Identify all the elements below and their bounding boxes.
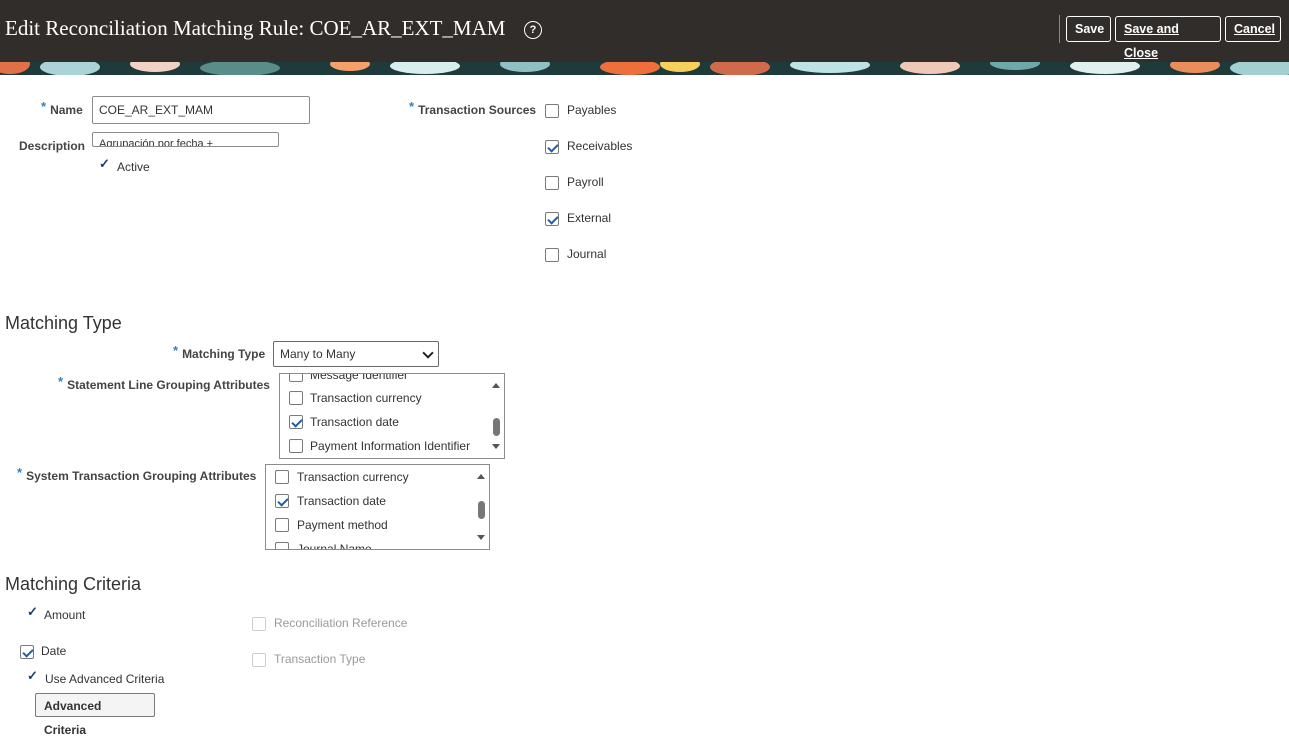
- system-item-label: Transaction currency: [297, 470, 409, 484]
- chevron-down-icon: [422, 347, 434, 359]
- page-header: Edit Reconciliation Matching Rule: COE_A…: [0, 0, 1289, 62]
- system-item-checkbox[interactable]: [275, 518, 289, 532]
- system-grouping-label: * System Transaction Grouping Attributes: [17, 465, 257, 483]
- system-item-checkbox[interactable]: [275, 470, 289, 484]
- system-item-label: Payment method: [297, 518, 388, 532]
- reconciliation-reference-checkbox[interactable]: [252, 617, 266, 631]
- external-checkbox[interactable]: [545, 212, 559, 226]
- statement-item-label: Payment Information Identifier: [310, 439, 471, 453]
- save-button[interactable]: Save: [1066, 16, 1111, 42]
- statement-grouping-listbox[interactable]: Message Identifier Transaction currency …: [279, 373, 505, 459]
- payroll-checkbox[interactable]: [545, 176, 559, 190]
- active-label: Active: [117, 160, 150, 174]
- journal-label: Journal: [567, 247, 607, 261]
- system-item-label: Journal Name: [297, 542, 372, 550]
- payables-label: Payables: [567, 103, 617, 117]
- journal-checkbox[interactable]: [545, 248, 559, 262]
- statement-item-checkbox[interactable]: [289, 391, 303, 405]
- matching-criteria-heading: Matching Criteria: [5, 574, 142, 594]
- active-check-icon: ✓: [99, 156, 110, 171]
- scroll-up-icon[interactable]: [477, 474, 485, 479]
- cancel-button[interactable]: Cancel: [1225, 16, 1281, 42]
- matching-type-heading: Matching Type: [5, 313, 122, 333]
- header-divider: [1059, 15, 1060, 43]
- statement-grouping-label: * Statement Line Grouping Attributes: [58, 374, 270, 392]
- scroll-down-icon[interactable]: [492, 444, 500, 449]
- transaction-type-label: Transaction Type: [274, 652, 366, 666]
- page-title: Edit Reconciliation Matching Rule: COE_A…: [5, 16, 506, 40]
- matching-type-label: * Matching Type: [173, 343, 266, 361]
- use-advanced-criteria-label: Use Advanced Criteria: [45, 672, 165, 686]
- name-input[interactable]: COE_AR_EXT_MAM: [92, 96, 310, 124]
- amount-label: Amount: [44, 608, 86, 622]
- payables-checkbox[interactable]: [545, 104, 559, 118]
- save-and-close-button[interactable]: Save and Close: [1115, 16, 1221, 60]
- statement-item-label: Transaction currency: [310, 391, 422, 405]
- matching-type-select[interactable]: Many to Many: [273, 341, 439, 367]
- statement-item-checkbox[interactable]: [289, 439, 303, 453]
- statement-item-checkbox[interactable]: [289, 415, 303, 429]
- system-item-checkbox[interactable]: [275, 542, 289, 549]
- system-grouping-listbox[interactable]: Transaction currency Transaction date Pa…: [265, 464, 490, 550]
- matching-type-value: Many to Many: [280, 347, 356, 361]
- description-label: Description: [19, 139, 86, 153]
- scroll-up-icon[interactable]: [492, 383, 500, 388]
- decorative-banner: [0, 62, 1289, 75]
- transaction-sources-label: * Transaction Sources: [409, 99, 537, 117]
- statement-item-checkbox[interactable]: [289, 374, 303, 382]
- name-label: * Name: [41, 99, 83, 117]
- receivables-label: Receivables: [567, 139, 633, 153]
- transaction-type-checkbox[interactable]: [252, 653, 266, 667]
- receivables-checkbox[interactable]: [545, 140, 559, 154]
- payroll-label: Payroll: [567, 175, 604, 189]
- advanced-criteria-button[interactable]: Advanced Criteria: [35, 693, 155, 737]
- system-item-checkbox[interactable]: [275, 494, 289, 508]
- scrollbar-thumb[interactable]: [493, 418, 500, 436]
- date-checkbox[interactable]: [20, 645, 34, 659]
- date-label: Date: [41, 644, 67, 658]
- system-item-label: Transaction date: [297, 494, 386, 508]
- statement-item-label: Message Identifier: [310, 373, 409, 382]
- amount-check-icon: ✓: [27, 604, 38, 619]
- scrollbar-thumb[interactable]: [478, 501, 485, 519]
- use-advanced-check-icon: ✓: [27, 668, 38, 683]
- help-icon[interactable]: ?: [524, 21, 542, 39]
- scroll-down-icon[interactable]: [477, 535, 485, 540]
- description-textarea[interactable]: Agrupación por fecha +: [92, 132, 279, 147]
- external-label: External: [567, 211, 612, 225]
- statement-item-label: Transaction date: [310, 415, 399, 429]
- reconciliation-reference-label: Reconciliation Reference: [274, 616, 408, 630]
